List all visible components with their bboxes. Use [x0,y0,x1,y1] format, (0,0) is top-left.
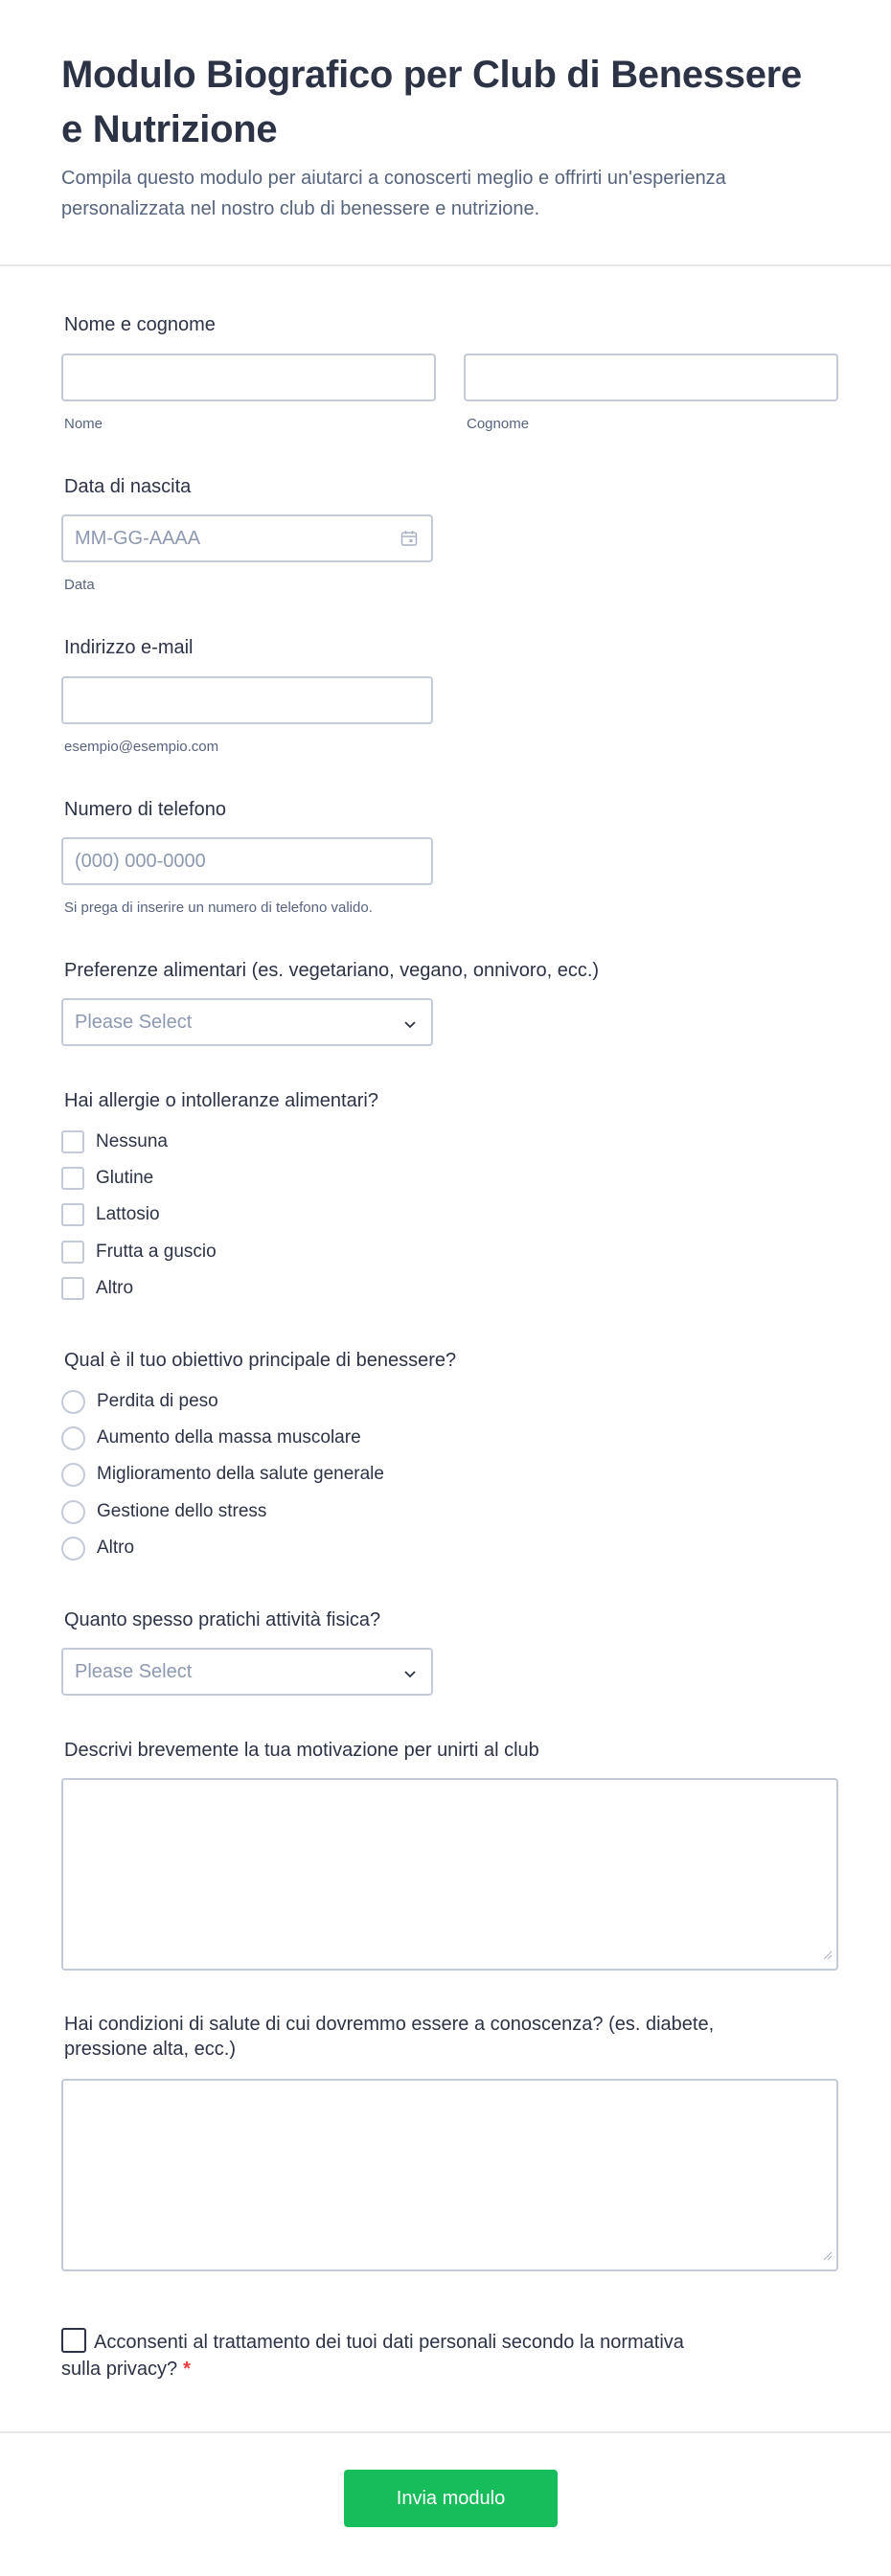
birthdate-label: Data di nascita [64,476,192,497]
checkbox[interactable] [61,1130,84,1153]
goal-option[interactable]: Aumento della massa muscolare [61,1425,361,1451]
birthdate-sublabel: Data [64,577,95,593]
form-header: Modulo Biografico per Club di Benessere … [0,0,891,266]
radio-button[interactable] [61,1425,85,1450]
diet-select[interactable]: Please Select [61,998,433,1046]
calendar-icon[interactable] [400,530,418,553]
checkbox[interactable] [61,1203,84,1226]
diet-select-value: Please Select [75,1011,193,1033]
goal-label: Qual è il tuo obiettivo principale di be… [64,1350,457,1371]
chevron-down-icon [402,1015,418,1037]
last-name-sublabel: Cognome [467,416,530,432]
goal-option[interactable]: Gestione dello stress [61,1498,266,1525]
health-textarea[interactable] [61,2079,838,2271]
phone-placeholder: (000) 000-0000 [75,850,206,872]
motivation-textarea[interactable] [61,1778,838,1971]
submit-button[interactable]: Invia modulo [344,2470,558,2527]
name-label: Nome e cognome [64,314,216,335]
checkbox[interactable] [61,1167,84,1190]
resize-grip-icon[interactable] [823,2248,833,2266]
consent-label-line1: Acconsenti al trattamento dei tuoi dati … [94,2332,684,2353]
allergy-option[interactable]: Altro [61,1275,133,1302]
checkbox[interactable] [61,1241,84,1264]
goal-option[interactable]: Miglioramento della salute generale [61,1461,384,1488]
resize-grip-icon[interactable] [823,1948,833,1965]
allergy-option[interactable]: Glutine [61,1165,153,1192]
form-title: Modulo Biografico per Club di Benessere … [61,54,802,150]
allergy-label: Hai allergie o intolleranze alimentari? [64,1090,378,1111]
health-label: Hai condizioni di salute di cui dovremmo… [64,2014,715,2060]
email-sublabel: esempio@esempio.com [64,739,219,755]
radio-button[interactable] [61,1536,85,1561]
consent-checkbox[interactable] [61,2328,86,2353]
birthdate-input[interactable]: MM-GG-AAAA [61,514,433,562]
footer-divider [0,2431,891,2433]
motivation-label: Descrivi brevemente la tua motivazione p… [64,1740,539,1761]
radio-button[interactable] [61,1389,85,1414]
activity-select[interactable]: Please Select [61,1648,433,1696]
email-input[interactable] [61,676,433,724]
phone-label: Numero di telefono [64,799,226,820]
consent-label-line2: sulla privacy? [61,2359,178,2380]
email-label: Indirizzo e-mail [64,637,194,658]
allergy-option[interactable]: Lattosio [61,1201,160,1228]
first-name-sublabel: Nome [64,416,103,432]
diet-label: Preferenze alimentari (es. vegetariano, … [64,960,600,981]
allergy-option[interactable]: Nessuna [61,1128,168,1155]
last-name-input[interactable] [464,353,838,401]
phone-sublabel: Si prega di inserire un numero di telefo… [64,900,373,916]
radio-button[interactable] [61,1499,85,1524]
first-name-input[interactable] [61,353,436,401]
goal-option[interactable]: Altro [61,1535,134,1562]
radio-button[interactable] [61,1462,85,1487]
goal-option[interactable]: Perdita di peso [61,1388,218,1415]
chevron-down-icon [402,1665,418,1687]
checkbox[interactable] [61,1277,84,1300]
required-mark: * [183,2359,191,2380]
activity-label: Quanto spesso pratichi attività fisica? [64,1609,381,1630]
activity-select-value: Please Select [75,1660,193,1682]
birthdate-placeholder: MM-GG-AAAA [75,527,201,549]
form-subtitle: Compila questo modulo per aiutarci a con… [61,168,726,219]
phone-input[interactable]: (000) 000-0000 [61,837,433,885]
allergy-option[interactable]: Frutta a guscio [61,1239,217,1265]
consent-field: Acconsenti al trattamento dei tuoi dati … [61,2328,789,2382]
